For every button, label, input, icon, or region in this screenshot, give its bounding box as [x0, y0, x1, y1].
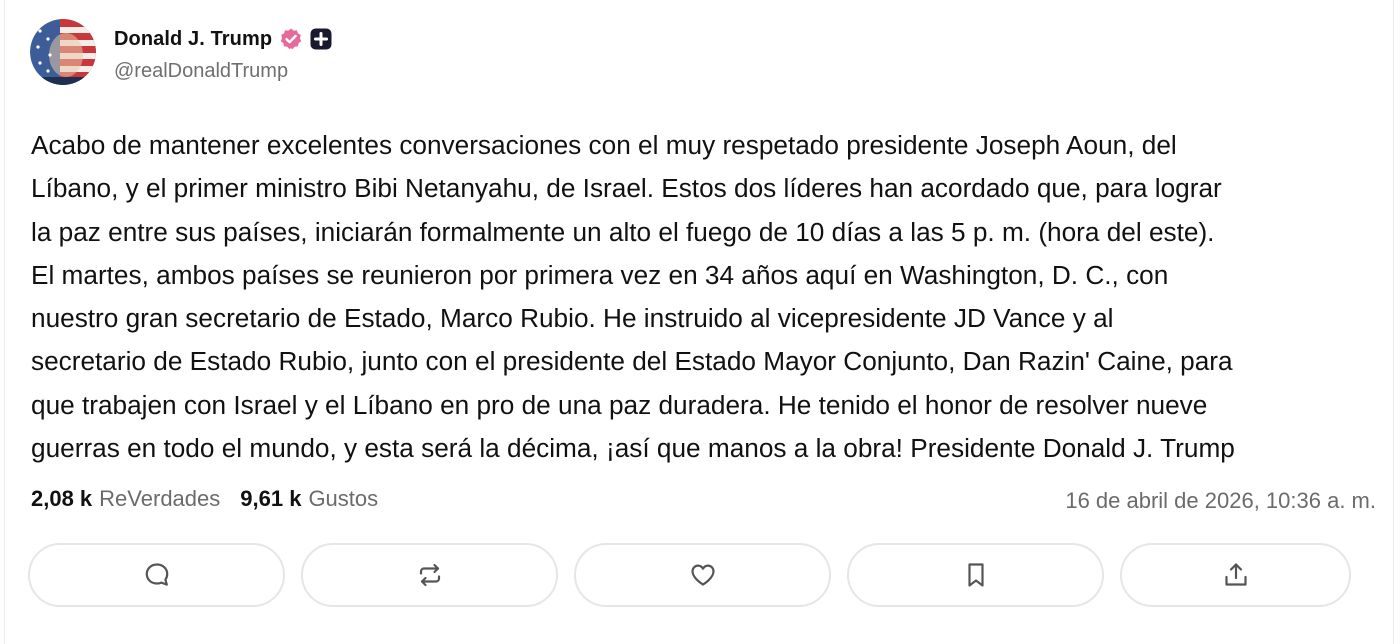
- post-text-line: nuestro gran secretario de Estado, Marco…: [31, 303, 1114, 334]
- author-name-row: Donald J. Trump: [114, 26, 332, 52]
- comment-icon: [145, 563, 168, 586]
- repost-button[interactable]: [301, 543, 558, 607]
- post-stats: 2,08 k ReVerdades 9,61 k Gustos: [31, 486, 378, 512]
- like-button[interactable]: [574, 543, 831, 607]
- post-text: Acabo de mantener excelentes conversacio…: [31, 124, 1383, 470]
- left-divider: [4, 0, 5, 644]
- repost-icon: [419, 563, 440, 587]
- share-button[interactable]: [1120, 543, 1351, 607]
- post-text-line: El martes, ambos países se reunieron por…: [31, 259, 1169, 290]
- post-text-line: Líbano, y el primer ministro Bibi Netany…: [31, 173, 1222, 204]
- post-text-line: Acabo de mantener excelentes conversacio…: [31, 130, 1177, 160]
- right-divider: [1393, 0, 1394, 644]
- avatar[interactable]: [30, 19, 96, 85]
- post-text-line: secretario de Estado Rubio, junto con el…: [31, 346, 1233, 377]
- post-text-line: guerras en todo el mundo, y esta será la…: [31, 433, 1235, 464]
- likes-count[interactable]: 9,61 k: [240, 486, 301, 512]
- reposts-count[interactable]: 2,08 k: [31, 486, 92, 512]
- heart-icon: [690, 564, 715, 586]
- share-icon: [1224, 563, 1247, 586]
- reposts-label[interactable]: ReVerdades: [99, 486, 220, 512]
- post-text-line: que trabajen con Israel y el Líbano en p…: [31, 389, 1208, 420]
- plus-badge-icon[interactable]: [310, 28, 332, 50]
- post-card: Donald J. Trump @realDonaldTrump Acabo d…: [0, 0, 1400, 644]
- post-timestamp[interactable]: 16 de abril de 2026, 10:36 a. m.: [1065, 488, 1376, 514]
- bookmark-icon: [967, 563, 984, 587]
- verified-badge-icon: [279, 27, 303, 51]
- action-bar: [28, 543, 1351, 610]
- author-display-name[interactable]: Donald J. Trump: [114, 28, 272, 51]
- post-text-line: la paz entre sus países, iniciarán forma…: [31, 216, 1215, 247]
- bookmark-button[interactable]: [847, 543, 1104, 607]
- reply-button[interactable]: [28, 543, 285, 607]
- author-handle[interactable]: @realDonaldTrump: [114, 60, 288, 83]
- likes-label[interactable]: Gustos: [308, 486, 378, 512]
